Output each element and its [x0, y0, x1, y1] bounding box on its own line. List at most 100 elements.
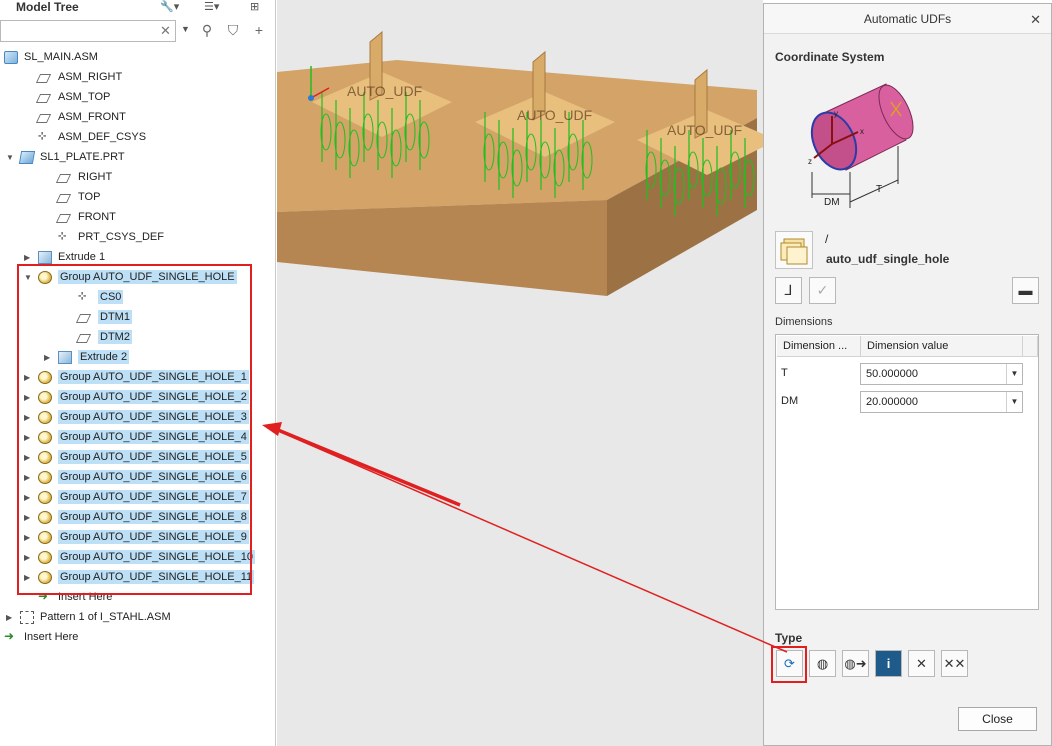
tree-item-label: ASM_RIGHT	[58, 71, 123, 83]
selection-highlight-box	[17, 264, 252, 595]
t-label: T	[876, 184, 882, 195]
viewport-overlay-label-1: AUTO_UDF	[347, 83, 422, 99]
automatic-udfs-dialog: Automatic UDFs ✕ Coordinate System x y z…	[763, 3, 1052, 746]
model-tree-header: Model Tree 🔧▾ ☰▾ ⊞	[0, 0, 276, 18]
dimension-value-dm-select[interactable]: 20.000000 ▼	[860, 391, 1023, 413]
type-refresh-button[interactable]: ⟳	[776, 650, 803, 677]
tree-item[interactable]: SL_MAIN.ASM	[0, 48, 276, 68]
expand-arrow-icon[interactable]: ▶	[6, 613, 16, 622]
tree-item[interactable]: ▶ Pattern 1 of I_STAHL.ASM	[0, 608, 276, 628]
tree-item-label: TOP	[78, 191, 101, 203]
tree-item[interactable]: ⊹ ASM_DEF_CSYS	[0, 128, 276, 148]
tree-item-label: PRT_CSYS_DEF	[78, 231, 164, 243]
tree-item-label: SL1_PLATE.PRT	[40, 151, 125, 163]
csys-y-label: y	[834, 109, 838, 118]
tree-item[interactable]: ASM_RIGHT	[0, 68, 276, 88]
csys-select-icon: ⅃	[784, 282, 793, 298]
dialog-close-icon[interactable]: ✕	[1030, 12, 1041, 28]
table-header-spacer	[1023, 336, 1038, 357]
viewport-overlay-label-3: AUTO_UDF	[667, 122, 742, 138]
add-icon[interactable]: +	[250, 22, 268, 38]
udf-path-separator: /	[825, 232, 829, 246]
plate-front-face	[277, 200, 607, 296]
datum-plane-icon	[35, 114, 52, 123]
check-csys-icon: ✓	[816, 282, 829, 298]
type-delete-all-button[interactable]: ✕✕	[941, 650, 968, 677]
pattern-icon	[20, 611, 34, 624]
tree-columns-icon[interactable]: ☰▾	[204, 0, 219, 16]
chevron-down-icon[interactable]: ▼	[1006, 392, 1022, 412]
folder-icon	[780, 238, 808, 265]
datum-plane-icon	[55, 194, 72, 203]
apply-csys-button[interactable]: ✓	[809, 277, 836, 304]
model-render: AUTO_UDF AUTO_UDF AUTO_UDF	[277, 30, 763, 296]
select-csys-button[interactable]: ⅃	[775, 277, 802, 304]
part-icon	[18, 151, 36, 164]
delete-all-icon: ✕✕	[943, 656, 966, 671]
tree-search-input[interactable]	[0, 20, 176, 42]
tree-item-label: FRONT	[78, 211, 116, 223]
dimension-value-header[interactable]: Dimension value	[861, 336, 1023, 357]
type-delete-button[interactable]: ✕	[908, 650, 935, 677]
tree-item[interactable]: RIGHT	[0, 168, 276, 188]
csys-icon: ⊹	[38, 131, 47, 142]
type-place-button[interactable]: ◍	[809, 650, 836, 677]
collapse-arrow-icon[interactable]: ▼	[6, 153, 16, 162]
group-place-icon: ◍	[816, 656, 829, 671]
info-icon: i	[886, 656, 891, 671]
datum-plane-icon	[55, 214, 72, 223]
dimension-name-dm: DM	[781, 395, 799, 407]
clear-search-icon[interactable]: ✕	[160, 23, 171, 39]
chevron-down-icon[interactable]: ▼	[1006, 364, 1022, 384]
tree-item-label: ASM_TOP	[58, 91, 111, 103]
triad-origin	[308, 95, 314, 101]
udf-name: auto_udf_single_hole	[826, 252, 950, 266]
expand-arrow-icon[interactable]: ▶	[24, 253, 34, 262]
refresh-icon: ⟳	[784, 656, 795, 671]
search-dropdown-icon[interactable]: ▼	[181, 24, 190, 34]
dimensions-table: Dimension ... Dimension value T 50.00000…	[775, 334, 1039, 610]
datum-plane-icon	[35, 94, 52, 103]
dimension-value-t: 50.000000	[866, 368, 918, 380]
dimensions-label: Dimensions	[775, 316, 833, 328]
assembly-icon	[4, 51, 18, 64]
model-tree-title: Model Tree	[16, 0, 79, 14]
find-binoculars-icon[interactable]: ⚲	[198, 22, 216, 39]
coordinate-system-label: Coordinate System	[775, 50, 885, 64]
t-dimension-line	[849, 179, 899, 203]
tree-item-label: Pattern 1 of I_STAHL.ASM	[40, 611, 171, 623]
viewport-overlay-label-2: AUTO_UDF	[517, 107, 592, 123]
type-info-button[interactable]: i	[875, 650, 902, 677]
filter-icon[interactable]: ⛉	[224, 22, 242, 39]
close-button[interactable]: Close	[958, 707, 1037, 731]
type-arrow-button[interactable]: ◍➜	[842, 650, 869, 677]
tree-item[interactable]: ➜ Insert Here	[0, 628, 276, 648]
tree-filter-display-icon[interactable]: ⊞	[250, 0, 259, 16]
dialog-title: Automatic UDFs	[764, 4, 1051, 34]
csys-icon: ⊹	[58, 231, 67, 242]
tree-item[interactable]: TOP	[0, 188, 276, 208]
tree-settings-icon[interactable]: 🔧▾	[160, 0, 179, 16]
dimension-name-header[interactable]: Dimension ...	[777, 336, 861, 357]
tree-item[interactable]: ASM_TOP	[0, 88, 276, 108]
tree-item-label: RIGHT	[78, 171, 113, 183]
tree-item[interactable]: ASM_FRONT	[0, 108, 276, 128]
tree-item-label: Insert Here	[24, 631, 79, 643]
udf-folder-button[interactable]	[775, 231, 813, 269]
tree-item-label: ASM_FRONT	[58, 111, 126, 123]
dimension-value-t-select[interactable]: 50.000000 ▼	[860, 363, 1023, 385]
model-tree-panel: Model Tree 🔧▾ ☰▾ ⊞ ✕ ▼ ⚲ ⛉ + SL_MAIN.ASM…	[0, 0, 276, 746]
delete-group-icon: ✕	[916, 656, 927, 671]
tree-item[interactable]: FRONT	[0, 208, 276, 228]
extrude-icon	[38, 251, 52, 264]
type-label: Type	[775, 631, 803, 645]
tree-item[interactable]: ⊹ PRT_CSYS_DEF	[0, 228, 276, 248]
remove-button[interactable]: ▬	[1012, 277, 1039, 304]
datum-plane-icon	[35, 74, 52, 83]
tree-item-label: SL_MAIN.ASM	[24, 51, 98, 63]
dm-label: DM	[824, 197, 840, 208]
tree-item[interactable]: ▼ SL1_PLATE.PRT	[0, 148, 276, 168]
tree-item-label: Extrude 1	[58, 251, 106, 263]
tree-item-label: ASM_DEF_CSYS	[58, 131, 147, 143]
graphics-viewport[interactable]: AUTO_UDF AUTO_UDF AUTO_UDF	[277, 0, 763, 746]
